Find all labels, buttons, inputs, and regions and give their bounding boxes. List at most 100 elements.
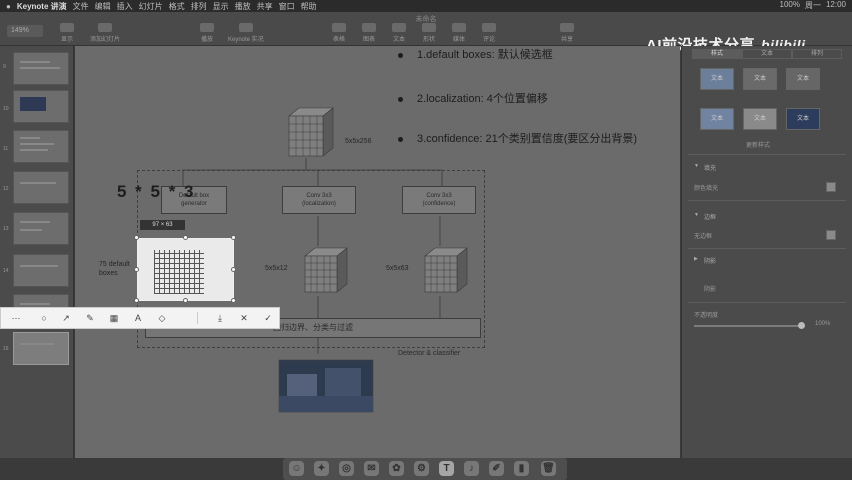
style-preset[interactable]: 文本 [743,68,777,90]
toolbar-live-button[interactable]: Keynote 实况 [228,23,264,43]
style-preset[interactable]: 文本 [700,68,734,90]
apple-icon[interactable]: ● [6,2,11,11]
slide-thumbnail-selected[interactable] [13,332,69,365]
style-preset[interactable]: 文本 [700,108,734,130]
menu-date[interactable]: 周一 [805,0,821,11]
border-color-swatch[interactable] [826,230,836,240]
menu-item-slide[interactable]: 幻灯片 [139,1,163,12]
slide-thumbnail[interactable] [13,52,69,85]
zoom-select[interactable]: 149% [7,25,43,37]
slide-number: 14 [3,268,9,274]
chevron-down-icon[interactable]: ▼ [694,212,699,218]
mosaic-icon[interactable]: ▦ [105,308,123,328]
border-type-select[interactable]: 无边框 [694,231,712,240]
launchpad-icon[interactable]: ✦ [314,461,329,476]
fill-color-swatch[interactable] [826,182,836,192]
menu-item-file[interactable]: 文件 [73,1,89,12]
tab-arrange[interactable]: 排列 [792,49,842,59]
arrow-icon[interactable]: ↗ [57,308,75,328]
menu-item-help[interactable]: 帮助 [301,1,317,12]
opacity-slider[interactable] [694,322,805,329]
menu-clock[interactable]: 12:00 [826,0,846,11]
terminal-icon[interactable]: ▮ [514,461,529,476]
battery-status[interactable]: 100% [780,0,800,11]
live-icon [238,23,253,32]
finder-icon[interactable]: ☺ [289,461,304,476]
menu-item-view[interactable]: 显示 [213,1,229,12]
slide-thumbnail[interactable] [13,254,69,287]
tab-text[interactable]: 文本 [742,49,792,59]
circle-icon[interactable]: ○ [35,308,53,328]
opacity-value[interactable]: 100% [815,321,830,327]
resize-handle[interactable] [134,267,139,272]
check-icon[interactable]: ✓ [259,308,277,328]
slide-thumbnail[interactable] [13,130,69,163]
resize-handle[interactable] [231,235,236,240]
mail-icon[interactable]: ✉ [364,461,379,476]
notes-icon[interactable]: ✐ [489,461,504,476]
conv-confidence-box[interactable]: Conv 3x3 (confidence) [402,186,476,214]
toolbar-live-label: Keynote 实况 [228,37,264,43]
capture-selection[interactable] [137,238,234,301]
toolbar-table-button[interactable]: 表格 [332,23,346,43]
shadow-option[interactable]: 阴影 [704,284,716,293]
safari-icon[interactable]: ◎ [339,461,354,476]
toolbar-play-button[interactable]: 播放 [200,23,214,43]
resize-handle[interactable] [183,235,188,240]
box-line: Conv 3x3 [306,193,332,199]
menu-item-arrange[interactable]: 排列 [191,1,207,12]
slider-knob[interactable] [798,322,805,329]
chevron-right-icon[interactable]: ▶ [694,256,698,262]
resize-handle[interactable] [231,298,236,303]
toolbar-play-label: 播放 [200,37,213,43]
download-icon[interactable]: ⤓ [211,308,229,328]
divider [688,200,846,201]
settings-icon[interactable]: ⚙ [414,461,429,476]
dots-icon[interactable]: ⋯ [7,308,25,328]
text-icon[interactable]: A [129,308,147,328]
menu-item-insert[interactable]: 插入 [117,1,133,12]
style-preset[interactable]: 文本 [786,108,820,130]
thumb-line [20,143,54,145]
resize-handle[interactable] [134,298,139,303]
conv-localization-box[interactable]: Conv 3x3 (localization) [282,186,356,214]
toolbar-view-button[interactable]: 显示 [60,23,74,43]
toolbar-media-button[interactable]: 媒体 [452,23,466,43]
music-icon[interactable]: ♪ [464,461,479,476]
style-preset[interactable]: 文本 [786,68,820,90]
slide-thumbnail[interactable] [13,90,69,123]
toolbar-shape-button[interactable]: 形状 [422,23,436,43]
photos-icon[interactable]: ✿ [389,461,404,476]
tab-style[interactable]: 样式 [692,49,742,59]
menu-item-play[interactable]: 播放 [235,1,251,12]
resize-handle[interactable] [134,235,139,240]
menu-item-share[interactable]: 共享 [257,1,273,12]
menu-app-name[interactable]: Keynote 讲演 [17,1,67,12]
pen-icon[interactable]: ✎ [81,308,99,328]
toolbar-comment-button[interactable]: 评论 [482,23,496,43]
menu-item-window[interactable]: 窗口 [279,1,295,12]
close-icon[interactable]: ✕ [235,308,253,328]
style-preset[interactable]: 文本 [743,108,777,130]
toolbar-text-button[interactable]: 文本 [392,23,406,43]
slide-canvas[interactable]: 1.default boxes: 默认候选框 2.localization: 4… [75,46,680,458]
comment-icon [482,23,496,32]
annotation-toolbar: ⋯ ○ ↗ ✎ ▦ A ◇ ⤓ ✕ ✓ [0,307,280,329]
toolbar-add-slide-button[interactable]: 添加幻灯片 [90,23,120,43]
keynote-icon[interactable]: T [439,461,454,476]
slide-thumbnail[interactable] [13,212,69,245]
captured-grid [154,250,204,294]
menu-item-format[interactable]: 格式 [169,1,185,12]
menu-item-edit[interactable]: 编辑 [95,1,111,12]
resize-handle[interactable] [231,267,236,272]
detector-label: Detector & classifier [398,350,461,357]
eraser-icon[interactable]: ◇ [153,308,171,328]
toolbar-chart-button[interactable]: 图表 [362,23,376,43]
chevron-down-icon[interactable]: ▼ [694,163,699,169]
resize-handle[interactable] [183,298,188,303]
update-style-button[interactable]: 更新样式 [746,140,770,149]
toolbar-share-button[interactable]: 共享 [560,23,574,43]
trash-icon[interactable]: 🗑 [541,461,556,476]
fill-type-select[interactable]: 颜色填充 [694,183,718,192]
slide-thumbnail[interactable] [13,171,69,204]
